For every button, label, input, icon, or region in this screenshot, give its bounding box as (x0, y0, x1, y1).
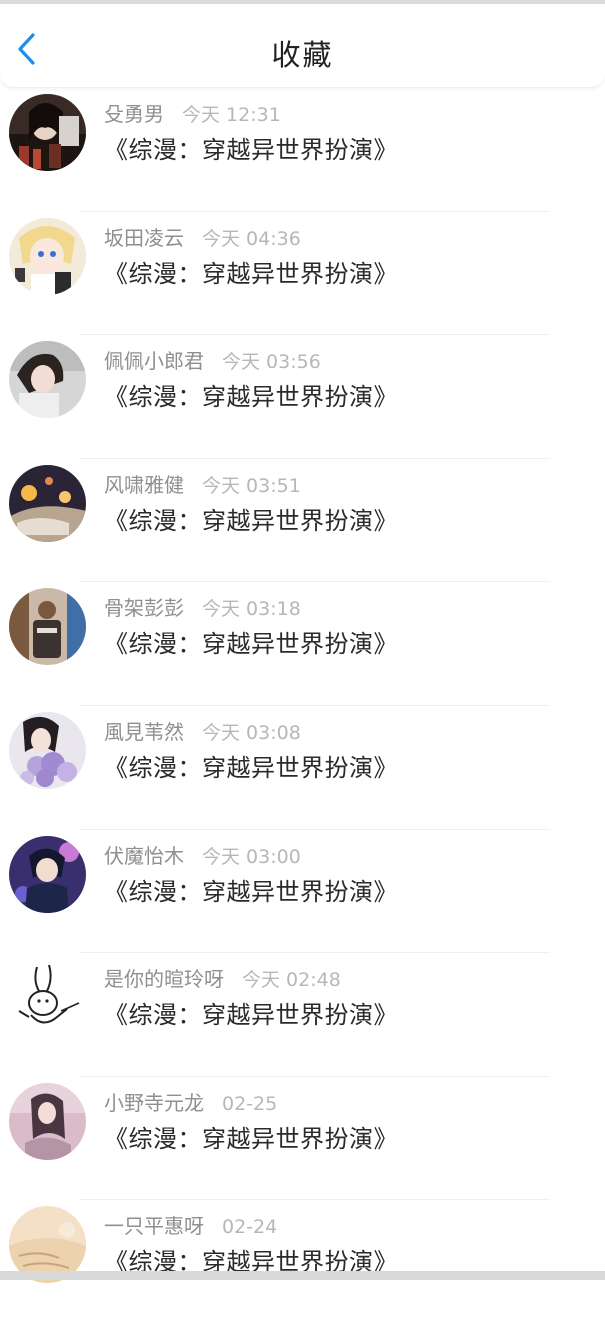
avatar[interactable] (9, 588, 86, 665)
avatar[interactable] (9, 465, 86, 542)
timestamp: 今天 04:36 (202, 224, 301, 251)
book-title-link[interactable]: 《综漫：穿越异世界扮演》 (104, 624, 398, 659)
book-title-link[interactable]: 《综漫：穿越异世界扮演》 (104, 748, 398, 783)
page-title: 收藏 (0, 32, 605, 74)
timestamp: 今天 03:00 (202, 842, 301, 869)
list-item[interactable]: 小野寺元龙 02-25 《综漫：穿越异世界扮演》 (0, 1077, 605, 1201)
avatar[interactable] (9, 712, 86, 789)
avatar[interactable] (9, 94, 86, 171)
timestamp: 今天 02:48 (242, 965, 341, 992)
user-name: 一只平惠呀 (104, 1210, 204, 1239)
list-item[interactable]: 風見苇然 今天 03:08 《综漫：穿越异世界扮演》 (0, 706, 605, 830)
timestamp: 今天 03:56 (222, 347, 321, 374)
user-name: 小野寺元龙 (104, 1087, 204, 1116)
user-name: 骨架彭彭 (104, 592, 184, 621)
bottom-edge (0, 1271, 605, 1280)
timestamp: 今天 12:31 (182, 100, 281, 127)
user-name: 伏魔怡木 (104, 840, 184, 869)
list-item[interactable]: 坂田凌云 今天 04:36 《综漫：穿越异世界扮演》 (0, 212, 605, 336)
timestamp: 今天 03:51 (202, 471, 301, 498)
list-item[interactable]: 殳勇男 今天 12:31 《综漫：穿越异世界扮演》 (0, 88, 605, 212)
book-title-link[interactable]: 《综漫：穿越异世界扮演》 (104, 254, 398, 289)
user-name: 殳勇男 (104, 98, 164, 127)
list-item[interactable]: 一只平惠呀 02-24 《综漫：穿越异世界扮演》 (0, 1200, 605, 1324)
user-name: 佩佩小郎君 (104, 345, 204, 374)
user-name: 坂田凌云 (104, 222, 184, 251)
book-title-link[interactable]: 《综漫：穿越异世界扮演》 (104, 377, 398, 412)
avatar[interactable] (9, 836, 86, 913)
user-name: 風見苇然 (104, 716, 184, 745)
avatar[interactable] (9, 1083, 86, 1160)
list-item[interactable]: 骨架彭彭 今天 03:18 《综漫：穿越异世界扮演》 (0, 582, 605, 706)
book-title-link[interactable]: 《综漫：穿越异世界扮演》 (104, 872, 398, 907)
avatar[interactable] (9, 959, 86, 1036)
user-name: 是你的暄玲呀 (104, 963, 224, 992)
book-title-link[interactable]: 《综漫：穿越异世界扮演》 (104, 1119, 398, 1154)
timestamp: 今天 03:08 (202, 718, 301, 745)
favorites-list: 殳勇男 今天 12:31 《综漫：穿越异世界扮演》 坂田凌云 今天 04:36 … (0, 88, 605, 1324)
user-name: 风啸雅健 (104, 469, 184, 498)
list-item[interactable]: 风啸雅健 今天 03:51 《综漫：穿越异世界扮演》 (0, 459, 605, 583)
book-title-link[interactable]: 《综漫：穿越异世界扮演》 (104, 995, 398, 1030)
book-title-link[interactable]: 《综漫：穿越异世界扮演》 (104, 501, 398, 536)
timestamp: 今天 03:18 (202, 594, 301, 621)
avatar[interactable] (9, 218, 86, 295)
book-title-link[interactable]: 《综漫：穿越异世界扮演》 (104, 130, 398, 165)
list-item[interactable]: 伏魔怡木 今天 03:00 《综漫：穿越异世界扮演》 (0, 830, 605, 954)
timestamp: 02-24 (222, 1216, 277, 1238)
list-item[interactable]: 佩佩小郎君 今天 03:56 《综漫：穿越异世界扮演》 (0, 335, 605, 459)
timestamp: 02-25 (222, 1093, 277, 1115)
list-item[interactable]: 是你的暄玲呀 今天 02:48 《综漫：穿越异世界扮演》 (0, 953, 605, 1077)
avatar[interactable] (9, 341, 86, 418)
nav-header: 收藏 (0, 4, 605, 88)
